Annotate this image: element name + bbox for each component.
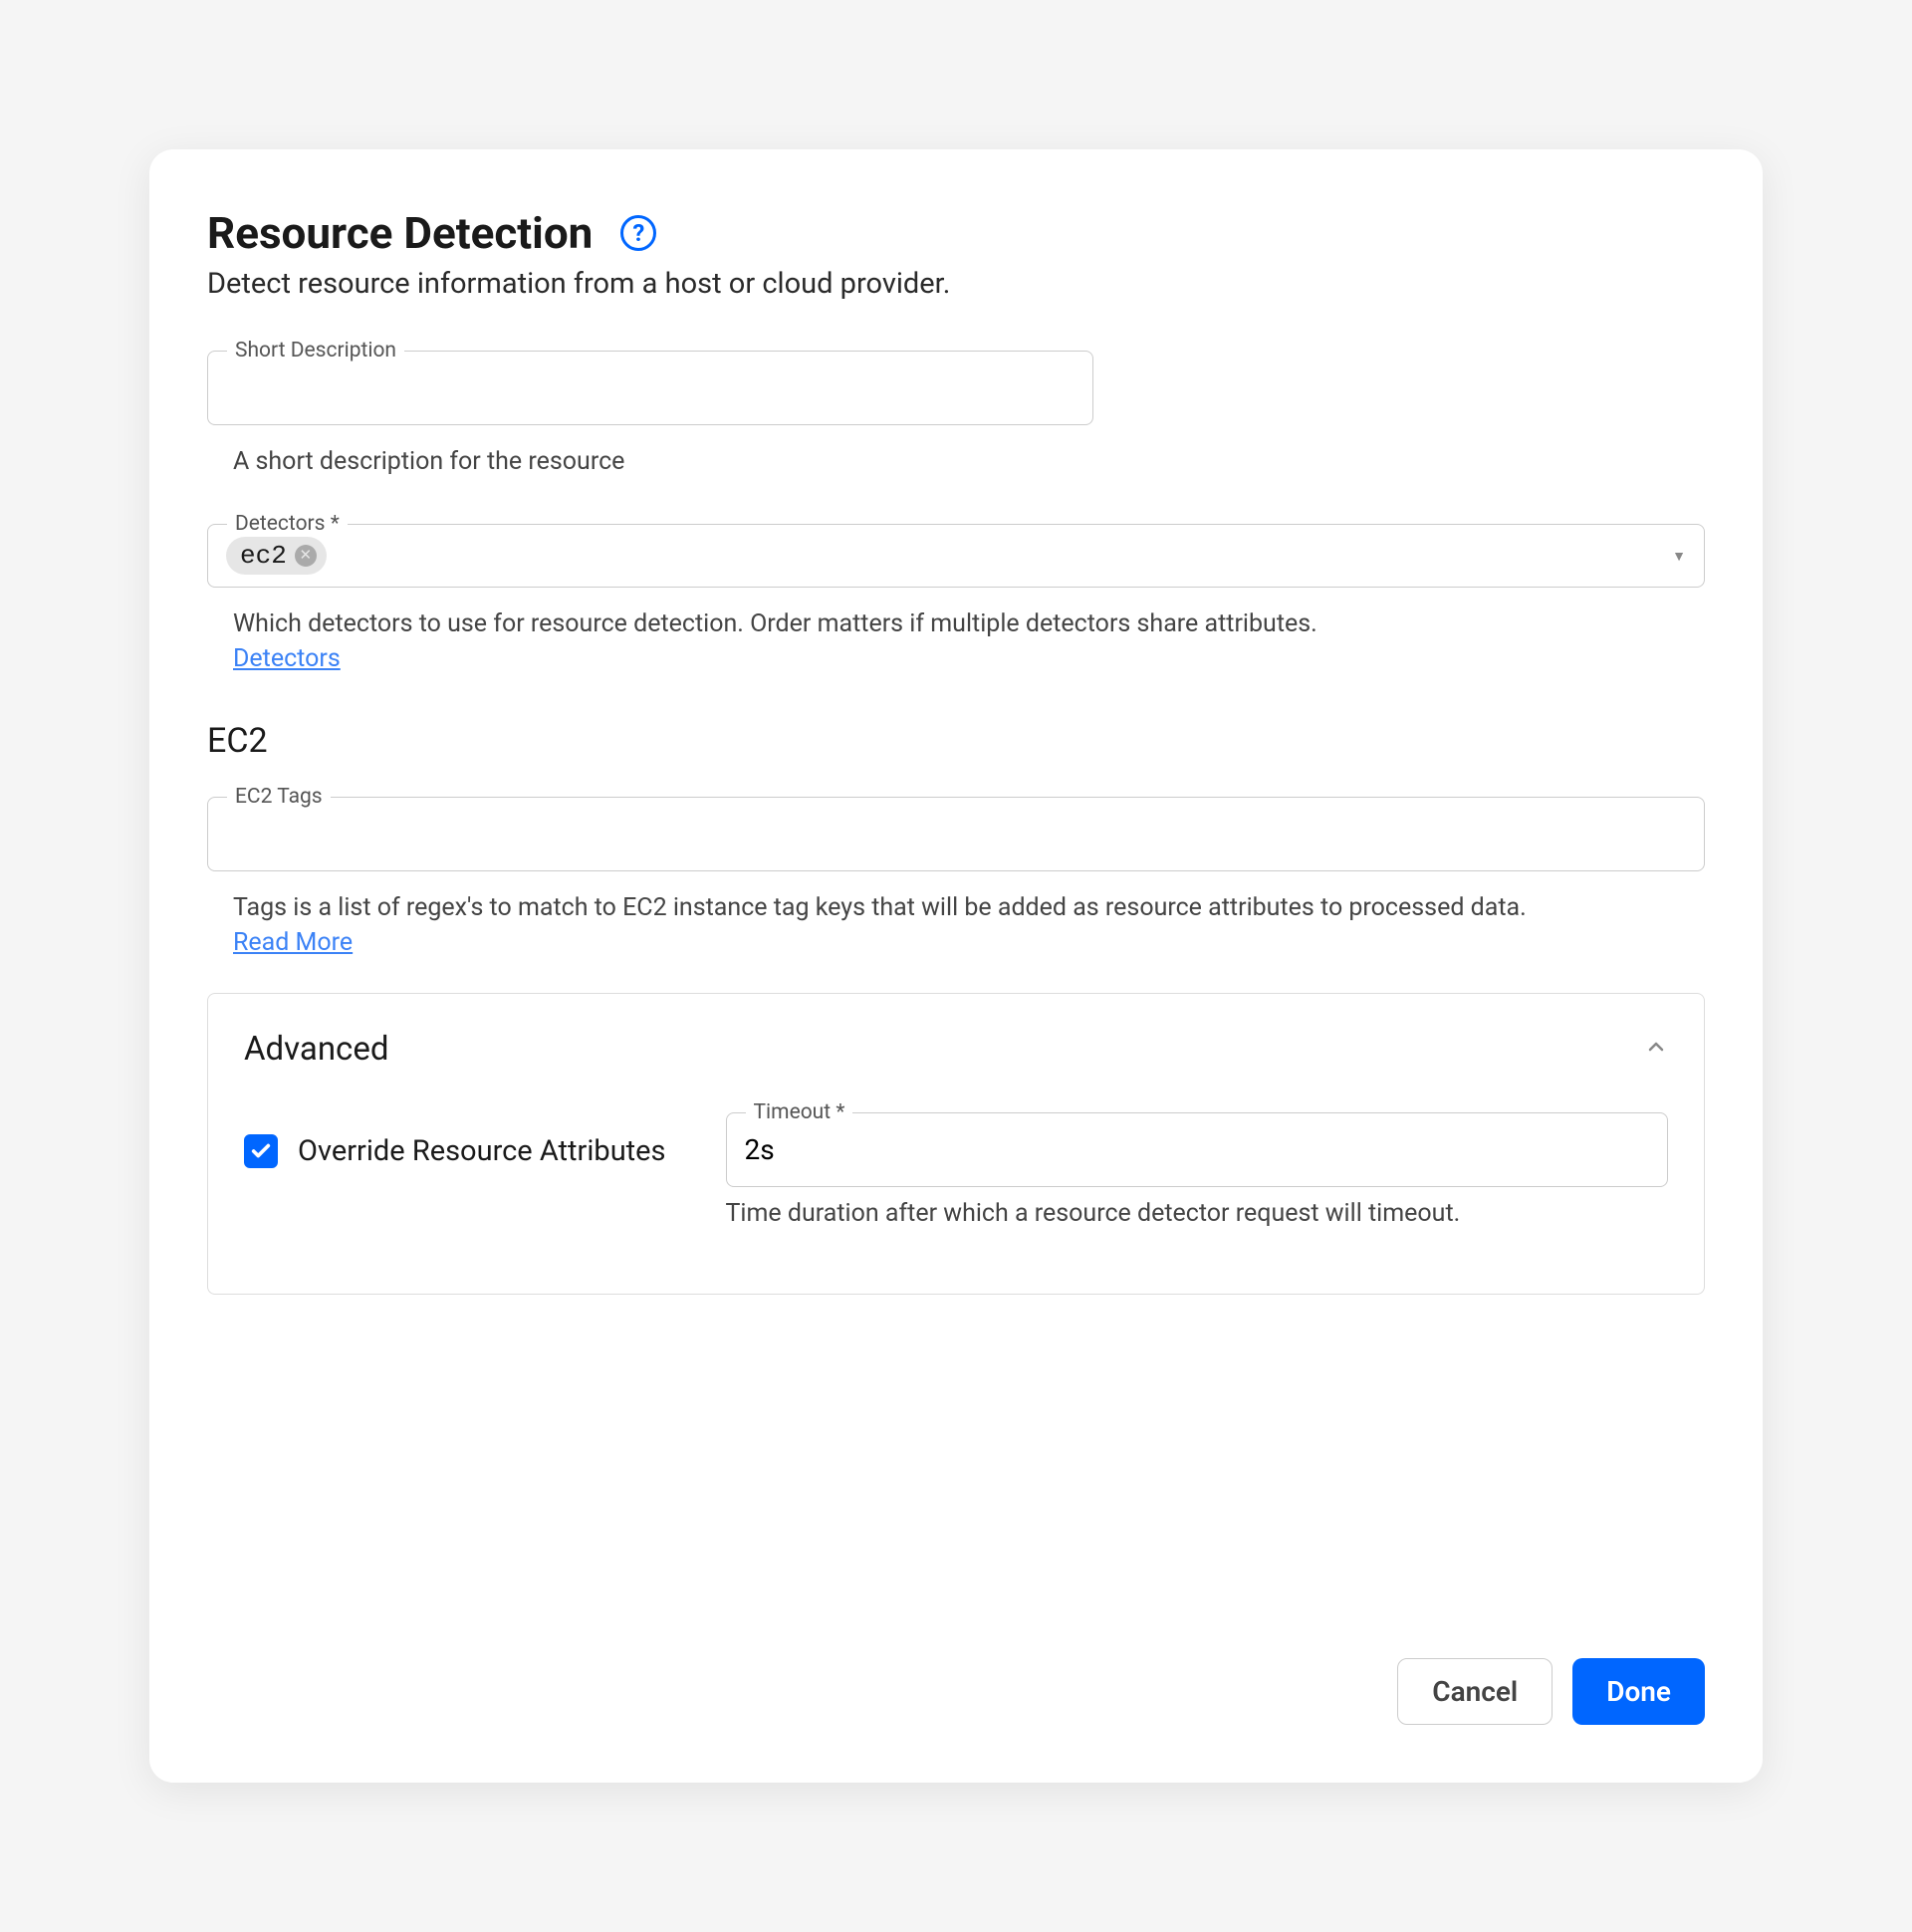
short-description-helper: A short description for the resource bbox=[233, 447, 1705, 476]
detectors-link[interactable]: Detectors bbox=[233, 644, 1705, 673]
timeout-column: Timeout * Time duration after which a re… bbox=[726, 1112, 1668, 1258]
timeout-input[interactable] bbox=[726, 1112, 1668, 1187]
page-title: Resource Detection bbox=[207, 207, 593, 259]
help-icon[interactable]: ? bbox=[620, 215, 656, 251]
advanced-title: Advanced bbox=[244, 1030, 388, 1069]
override-checkbox-row: Override Resource Attributes bbox=[244, 1112, 666, 1168]
detectors-helper: Which detectors to use for resource dete… bbox=[233, 609, 1705, 638]
chevron-down-icon: ▼ bbox=[1672, 548, 1686, 565]
footer: Cancel Done bbox=[207, 1598, 1705, 1725]
detector-chip: ec2 ✕ bbox=[226, 537, 327, 575]
override-checkbox-label: Override Resource Attributes bbox=[298, 1134, 666, 1168]
cancel-button[interactable]: Cancel bbox=[1397, 1658, 1553, 1725]
advanced-body: Override Resource Attributes Timeout * T… bbox=[244, 1112, 1668, 1258]
detectors-select[interactable]: ec2 ✕ ▼ bbox=[207, 524, 1705, 588]
detector-chip-label: ec2 bbox=[240, 541, 287, 571]
detectors-field: Detectors * ec2 ✕ ▼ bbox=[207, 524, 1705, 588]
page-subtitle: Detect resource information from a host … bbox=[207, 267, 1705, 301]
timeout-label: Timeout * bbox=[746, 1100, 853, 1124]
advanced-panel: Advanced Override Resource Attributes Ti… bbox=[207, 993, 1705, 1295]
advanced-toggle[interactable]: Advanced bbox=[244, 1030, 1668, 1069]
short-description-label: Short Description bbox=[227, 339, 404, 362]
done-button[interactable]: Done bbox=[1572, 1658, 1705, 1725]
close-icon[interactable]: ✕ bbox=[295, 545, 317, 567]
detectors-label: Detectors * bbox=[227, 512, 348, 536]
short-description-field: Short Description bbox=[207, 351, 1705, 425]
ec2-tags-label: EC2 Tags bbox=[227, 785, 331, 809]
ec2-read-more-link[interactable]: Read More bbox=[233, 928, 1705, 957]
chevron-up-icon bbox=[1644, 1035, 1668, 1065]
override-checkbox[interactable] bbox=[244, 1134, 278, 1168]
ec2-section-title: EC2 bbox=[207, 721, 1705, 761]
timeout-field: Timeout * bbox=[726, 1112, 1668, 1187]
ec2-tags-input[interactable] bbox=[207, 797, 1705, 871]
dialog-card: Resource Detection ? Detect resource inf… bbox=[149, 149, 1763, 1783]
header-row: Resource Detection ? bbox=[207, 207, 1705, 259]
ec2-tags-field: EC2 Tags bbox=[207, 797, 1705, 871]
timeout-helper: Time duration after which a resource det… bbox=[726, 1199, 1668, 1228]
ec2-tags-helper: Tags is a list of regex's to match to EC… bbox=[233, 893, 1705, 922]
